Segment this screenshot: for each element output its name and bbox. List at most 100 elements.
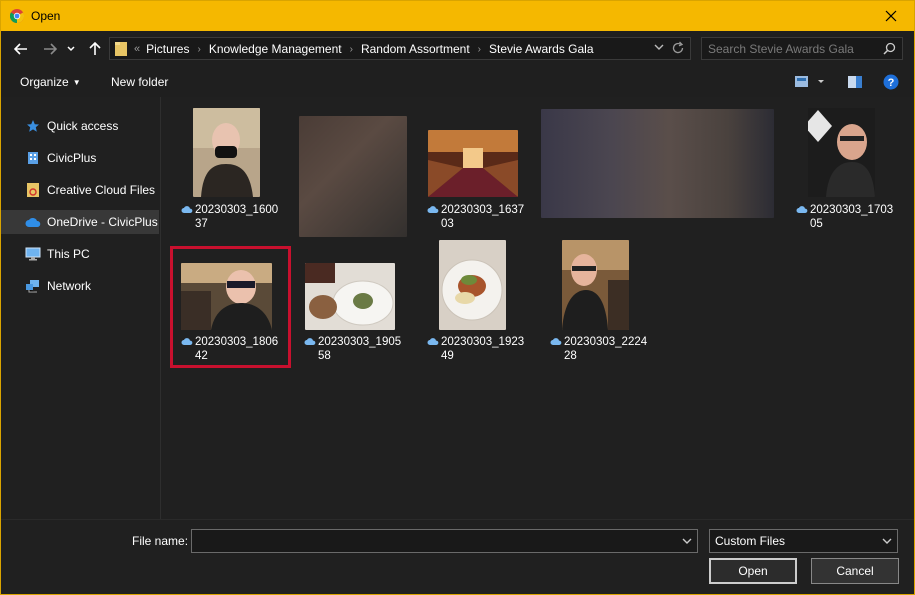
file-name-field[interactable]: [192, 530, 672, 550]
blurred-thumbnail[interactable]: [299, 116, 407, 237]
chevron-down-icon: [67, 46, 75, 52]
search-icon: [883, 42, 896, 55]
new-folder-button[interactable]: New folder: [111, 75, 168, 89]
nav-item-label: This PC: [47, 247, 90, 261]
dialog-footer: File name: Custom Files Open Cancel: [1, 519, 914, 594]
cloud-sync-icon: [427, 338, 439, 345]
file-type-value: Custom Files: [715, 534, 786, 548]
dialog-title: Open: [31, 9, 61, 23]
file-name-cont: 49: [441, 350, 454, 362]
chevron-right-icon[interactable]: ›: [478, 44, 481, 55]
cloud-sync-icon: [427, 206, 439, 213]
search-input[interactable]: [708, 40, 878, 57]
chevron-right-icon[interactable]: ›: [197, 44, 200, 55]
network-icon: [25, 278, 41, 294]
recent-locations-button[interactable]: [64, 39, 78, 59]
preview-pane-button[interactable]: [847, 74, 863, 93]
photo-thumbnail: [181, 263, 272, 330]
file-name-cont: 37: [195, 218, 208, 230]
file-name-cont: 03: [441, 218, 454, 230]
nav-item-label: CivicPlus: [47, 151, 97, 165]
cloud-sync-icon: [181, 206, 193, 213]
nav-item-this-pc[interactable]: This PC: [1, 242, 159, 266]
refresh-icon[interactable]: [671, 41, 685, 55]
photo-thumbnail: [428, 130, 518, 197]
cloud-sync-icon: [796, 206, 808, 213]
view-options-icon: [795, 76, 824, 87]
file-type-select[interactable]: Custom Files: [709, 529, 898, 553]
building-icon: [25, 150, 41, 166]
chevron-right-icon[interactable]: ›: [350, 44, 353, 55]
back-button[interactable]: [11, 39, 31, 59]
file-name-cont: 58: [318, 350, 331, 362]
cloud-sync-icon: [550, 338, 562, 345]
nav-item-label: Quick access: [47, 119, 119, 133]
file-name-combobox[interactable]: [191, 529, 698, 553]
open-file-dialog: Open « Pictures › Knowledge Management ›…: [0, 0, 915, 595]
nav-item-quick-access[interactable]: Quick access: [1, 114, 159, 138]
nav-item-creative-cloud[interactable]: Creative Cloud Files: [1, 178, 159, 202]
breadcrumb-overflow[interactable]: «: [134, 43, 140, 55]
change-view-button[interactable]: [794, 74, 824, 93]
file-name: 20230303_1703: [810, 204, 894, 216]
file-list: 20230303_1600 37 20230303_1637 03 202303…: [162, 97, 914, 519]
breadcrumb-item[interactable]: Pictures: [146, 42, 189, 56]
file-name: 20230303_1806: [195, 336, 279, 348]
nav-item-label: OneDrive - CivicPlus: [47, 215, 158, 229]
navigation-bar: « Pictures › Knowledge Management › Rand…: [1, 31, 914, 67]
photo-thumbnail: [562, 240, 629, 330]
breadcrumb-item[interactable]: Random Assortment: [361, 42, 470, 56]
organize-label: Organize: [20, 75, 69, 89]
file-name-cont: 05: [810, 218, 823, 230]
photo-thumbnail: [439, 240, 506, 330]
arrow-right-icon: [44, 43, 57, 55]
help-icon: ?: [883, 74, 899, 90]
nav-item-label: Network: [47, 279, 92, 293]
photo-thumbnail: [808, 108, 875, 197]
organize-menu[interactable]: Organize ▼: [20, 75, 81, 89]
photo-thumbnail: [193, 108, 260, 197]
svg-text:?: ?: [888, 77, 895, 89]
file-name: 20230303_1905: [318, 336, 402, 348]
file-name-cont: 28: [564, 350, 577, 362]
navigation-pane: Quick access CivicPlus Creative Cloud Fi…: [1, 97, 161, 519]
file-name: 20230303_1637: [441, 204, 525, 216]
address-bar[interactable]: « Pictures › Knowledge Management › Rand…: [109, 37, 691, 60]
star-icon: [25, 118, 41, 134]
breadcrumb-item[interactable]: Stevie Awards Gala: [489, 42, 594, 56]
chevron-down-icon: [882, 538, 892, 544]
nav-item-civicplus[interactable]: CivicPlus: [1, 146, 159, 170]
file-name-cont: 42: [195, 350, 208, 362]
cloud-sync-icon: [181, 338, 193, 345]
arrow-up-icon: [89, 42, 101, 55]
chrome-icon: [10, 9, 24, 23]
open-button[interactable]: Open: [709, 558, 797, 584]
blurred-thumbnail[interactable]: [541, 109, 774, 218]
file-name: 20230303_2224: [564, 336, 648, 348]
caret-down-icon: ▼: [72, 78, 81, 87]
folder-icon: [115, 42, 127, 56]
nav-item-network[interactable]: Network: [1, 274, 159, 298]
command-bar: Organize ▼ New folder ?: [1, 67, 914, 97]
creative-cloud-folder-icon: [25, 182, 41, 198]
preview-pane-icon: [848, 76, 862, 88]
nav-item-onedrive-civicplus[interactable]: OneDrive - CivicPlus: [1, 210, 159, 234]
search-box[interactable]: [701, 37, 903, 60]
breadcrumb: « Pictures › Knowledge Management › Rand…: [134, 42, 594, 56]
arrow-left-icon: [14, 43, 27, 55]
cloud-sync-icon: [304, 338, 316, 345]
onedrive-cloud-icon: [25, 214, 41, 230]
nav-item-label: Creative Cloud Files: [47, 183, 156, 197]
photo-thumbnail: [305, 263, 395, 330]
cancel-button[interactable]: Cancel: [811, 558, 899, 584]
up-button[interactable]: [85, 39, 105, 59]
file-name-label: File name:: [132, 534, 189, 548]
file-name: 20230303_1600: [195, 204, 279, 216]
breadcrumb-item[interactable]: Knowledge Management: [209, 42, 342, 56]
forward-button[interactable]: [40, 39, 60, 59]
title-bar[interactable]: Open: [1, 1, 914, 31]
chevron-down-icon[interactable]: [654, 43, 664, 51]
chevron-down-icon[interactable]: [682, 537, 692, 545]
close-button[interactable]: [868, 1, 914, 31]
help-button[interactable]: ?: [883, 74, 899, 93]
